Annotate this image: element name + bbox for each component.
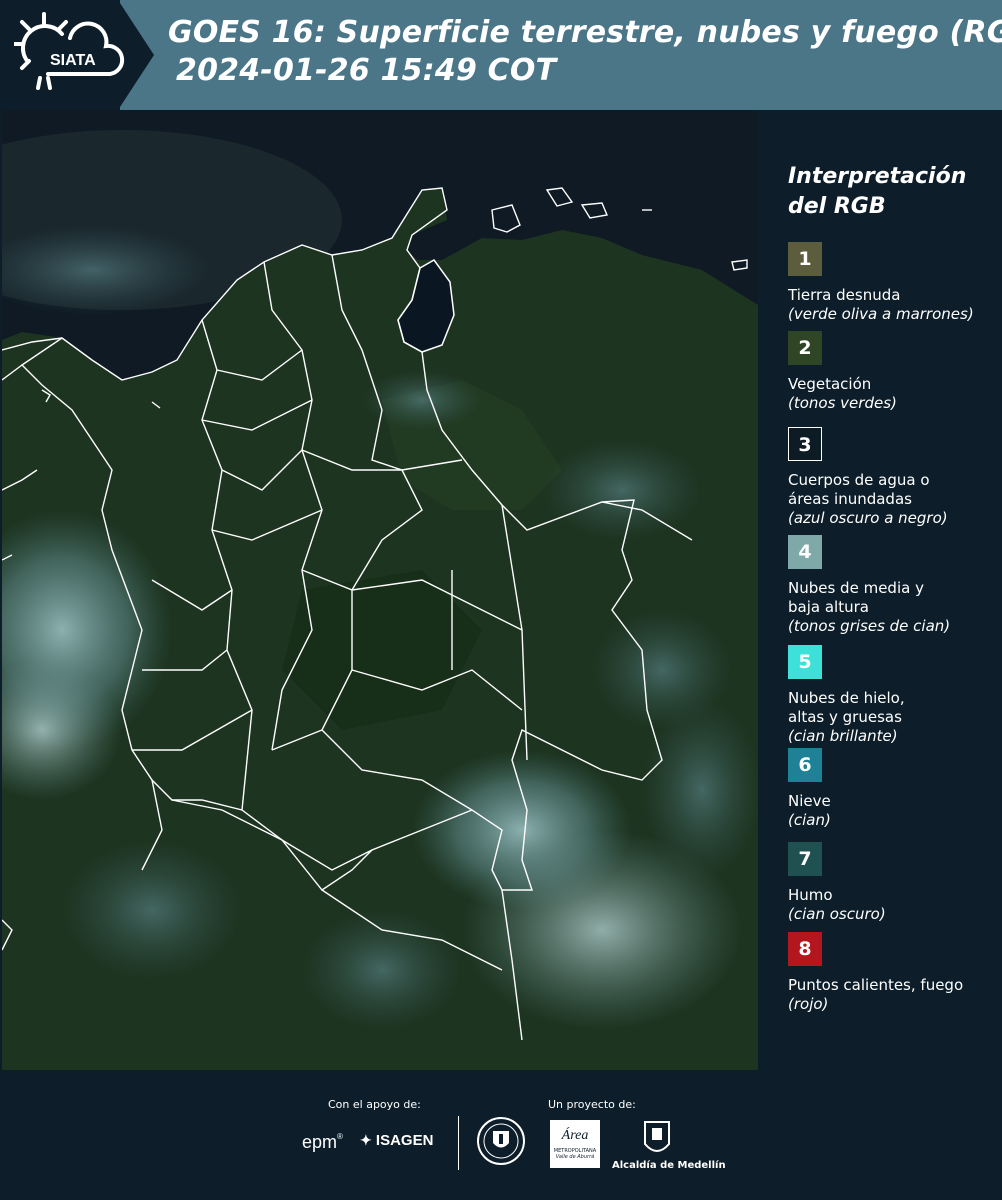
page-title: GOES 16: Superficie terrestre, nubes y f… bbox=[168, 14, 1002, 90]
support-label: Con el apoyo de: bbox=[328, 1098, 421, 1111]
legend-item-note: (tonos verdes) bbox=[788, 394, 897, 412]
cloud bbox=[542, 440, 702, 540]
legend-swatch: 2 bbox=[788, 331, 822, 365]
isagen-logo: ✦ ISAGEN bbox=[360, 1132, 434, 1149]
legend-item-note: (cian oscuro) bbox=[788, 905, 886, 923]
legend-item: 5 Nubes de hielo, altas y gruesas (cian br… bbox=[788, 645, 998, 746]
title-line-2: 2024-01-26 15:49 COT bbox=[176, 53, 557, 88]
footer: Con el apoyo de: Un proyecto de: epm® ✦ … bbox=[0, 1070, 1002, 1200]
title-line-1: GOES 16: Superficie terrestre, nubes y f… bbox=[168, 15, 1002, 50]
cloud bbox=[302, 910, 462, 1030]
medellin-seal-icon bbox=[477, 1117, 525, 1165]
legend-item-note: (rojo) bbox=[788, 995, 829, 1013]
legend-swatch: 5 bbox=[788, 645, 822, 679]
legend-item-label: Vegetación bbox=[788, 375, 872, 393]
cloud bbox=[62, 840, 242, 980]
legend-title: Interpretación del RGB bbox=[788, 162, 966, 222]
legend-title-line-2: del RGB bbox=[788, 194, 886, 219]
legend-item-label: Nieve bbox=[788, 792, 831, 810]
cloud bbox=[642, 700, 758, 880]
legend-item-note: (verde oliva a marrones) bbox=[788, 305, 974, 323]
page: SIATA GOES 16: Superficie terrestre, nub… bbox=[0, 0, 1002, 1200]
epm-logo: epm® bbox=[302, 1132, 343, 1152]
legend-swatch: 1 bbox=[788, 242, 822, 276]
legend-swatch: 4 bbox=[788, 535, 822, 569]
legend-item: 7 Humo (cian oscuro) bbox=[788, 842, 998, 924]
legend-title-line-1: Interpretación bbox=[788, 164, 967, 189]
legend-item-note: (cian) bbox=[788, 811, 831, 829]
header: SIATA GOES 16: Superficie terrestre, nub… bbox=[0, 0, 1002, 110]
legend-item-note: (tonos grises de cian) bbox=[788, 617, 951, 635]
area-metropolitana-logo: Área METROPOLITANA Valle de Aburrá bbox=[550, 1120, 600, 1168]
legend-item: 3 Cuerpos de agua o áreas inundadas (azul … bbox=[788, 427, 998, 528]
legend-item-label: Nubes de hielo, altas y gruesas bbox=[788, 689, 905, 726]
siata-logo: SIATA bbox=[14, 12, 125, 90]
legend-item-label: Tierra desnuda bbox=[788, 286, 901, 304]
satellite-map bbox=[2, 110, 758, 1070]
legend-item: 1 Tierra desnuda (verde oliva a marrones) bbox=[788, 242, 998, 324]
legend-swatch: 8 bbox=[788, 932, 822, 966]
legend-panel: Interpretación del RGB 1 Tierra desnuda (v… bbox=[760, 110, 1002, 1070]
legend-item-label: Humo bbox=[788, 886, 833, 904]
legend-item: 4 Nubes de media y baja altura (tonos gris… bbox=[788, 535, 998, 636]
logo-text: SIATA bbox=[50, 52, 96, 69]
legend-item: 8 Puntos calientes, fuego (rojo) bbox=[788, 932, 998, 1014]
legend-item-note: (cian brillante) bbox=[788, 727, 898, 745]
legend-item-label: Puntos calientes, fuego bbox=[788, 976, 964, 994]
alcaldia-shield-icon bbox=[644, 1121, 670, 1152]
legend-swatch: 3 bbox=[788, 427, 822, 461]
footer-divider bbox=[458, 1116, 459, 1170]
legend-item-note: (azul oscuro a negro) bbox=[788, 509, 948, 527]
legend-item-label: Nubes de media y baja altura bbox=[788, 579, 924, 616]
isagen-icon: ✦ bbox=[360, 1132, 372, 1148]
legend-item-label: Cuerpos de agua o áreas inundadas bbox=[788, 471, 930, 508]
alcaldia-label: Alcaldía de Medellín bbox=[612, 1160, 726, 1171]
legend-item: 6 Nieve (cian) bbox=[788, 748, 998, 830]
map-svg bbox=[2, 110, 758, 1070]
legend-swatch: 7 bbox=[788, 842, 822, 876]
project-label: Un proyecto de: bbox=[548, 1098, 636, 1111]
legend-item: 2 Vegetación (tonos verdes) bbox=[788, 331, 998, 413]
legend-swatch: 6 bbox=[788, 748, 822, 782]
